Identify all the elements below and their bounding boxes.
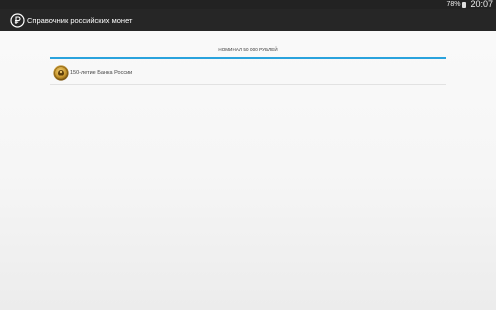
tab-bar: НОМИНАЛ 50 000 РУБЛЕЙ bbox=[50, 41, 446, 59]
status-indicators: 78% 20:07 bbox=[446, 0, 493, 9]
status-bar: 78% 20:07 bbox=[0, 0, 496, 9]
clock: 20:07 bbox=[470, 0, 493, 9]
coin-icon bbox=[53, 64, 69, 81]
tab-label: НОМИНАЛ 50 000 РУБЛЕЙ bbox=[218, 46, 278, 52]
battery-icon bbox=[462, 1, 467, 8]
battery-percentage: 78% bbox=[446, 1, 461, 8]
ruble-icon[interactable] bbox=[10, 12, 25, 28]
coin-label: 150-летие Банка России bbox=[70, 69, 133, 76]
app-title: Справочник российских монет bbox=[27, 15, 133, 25]
tab-denomination-50000[interactable]: НОМИНАЛ 50 000 РУБЛЕЙ bbox=[50, 41, 446, 57]
app-bar: Справочник российских монет bbox=[0, 9, 496, 31]
coin-list-item[interactable]: 150-летие Банка России bbox=[50, 61, 446, 85]
tab-indicator bbox=[50, 57, 446, 59]
